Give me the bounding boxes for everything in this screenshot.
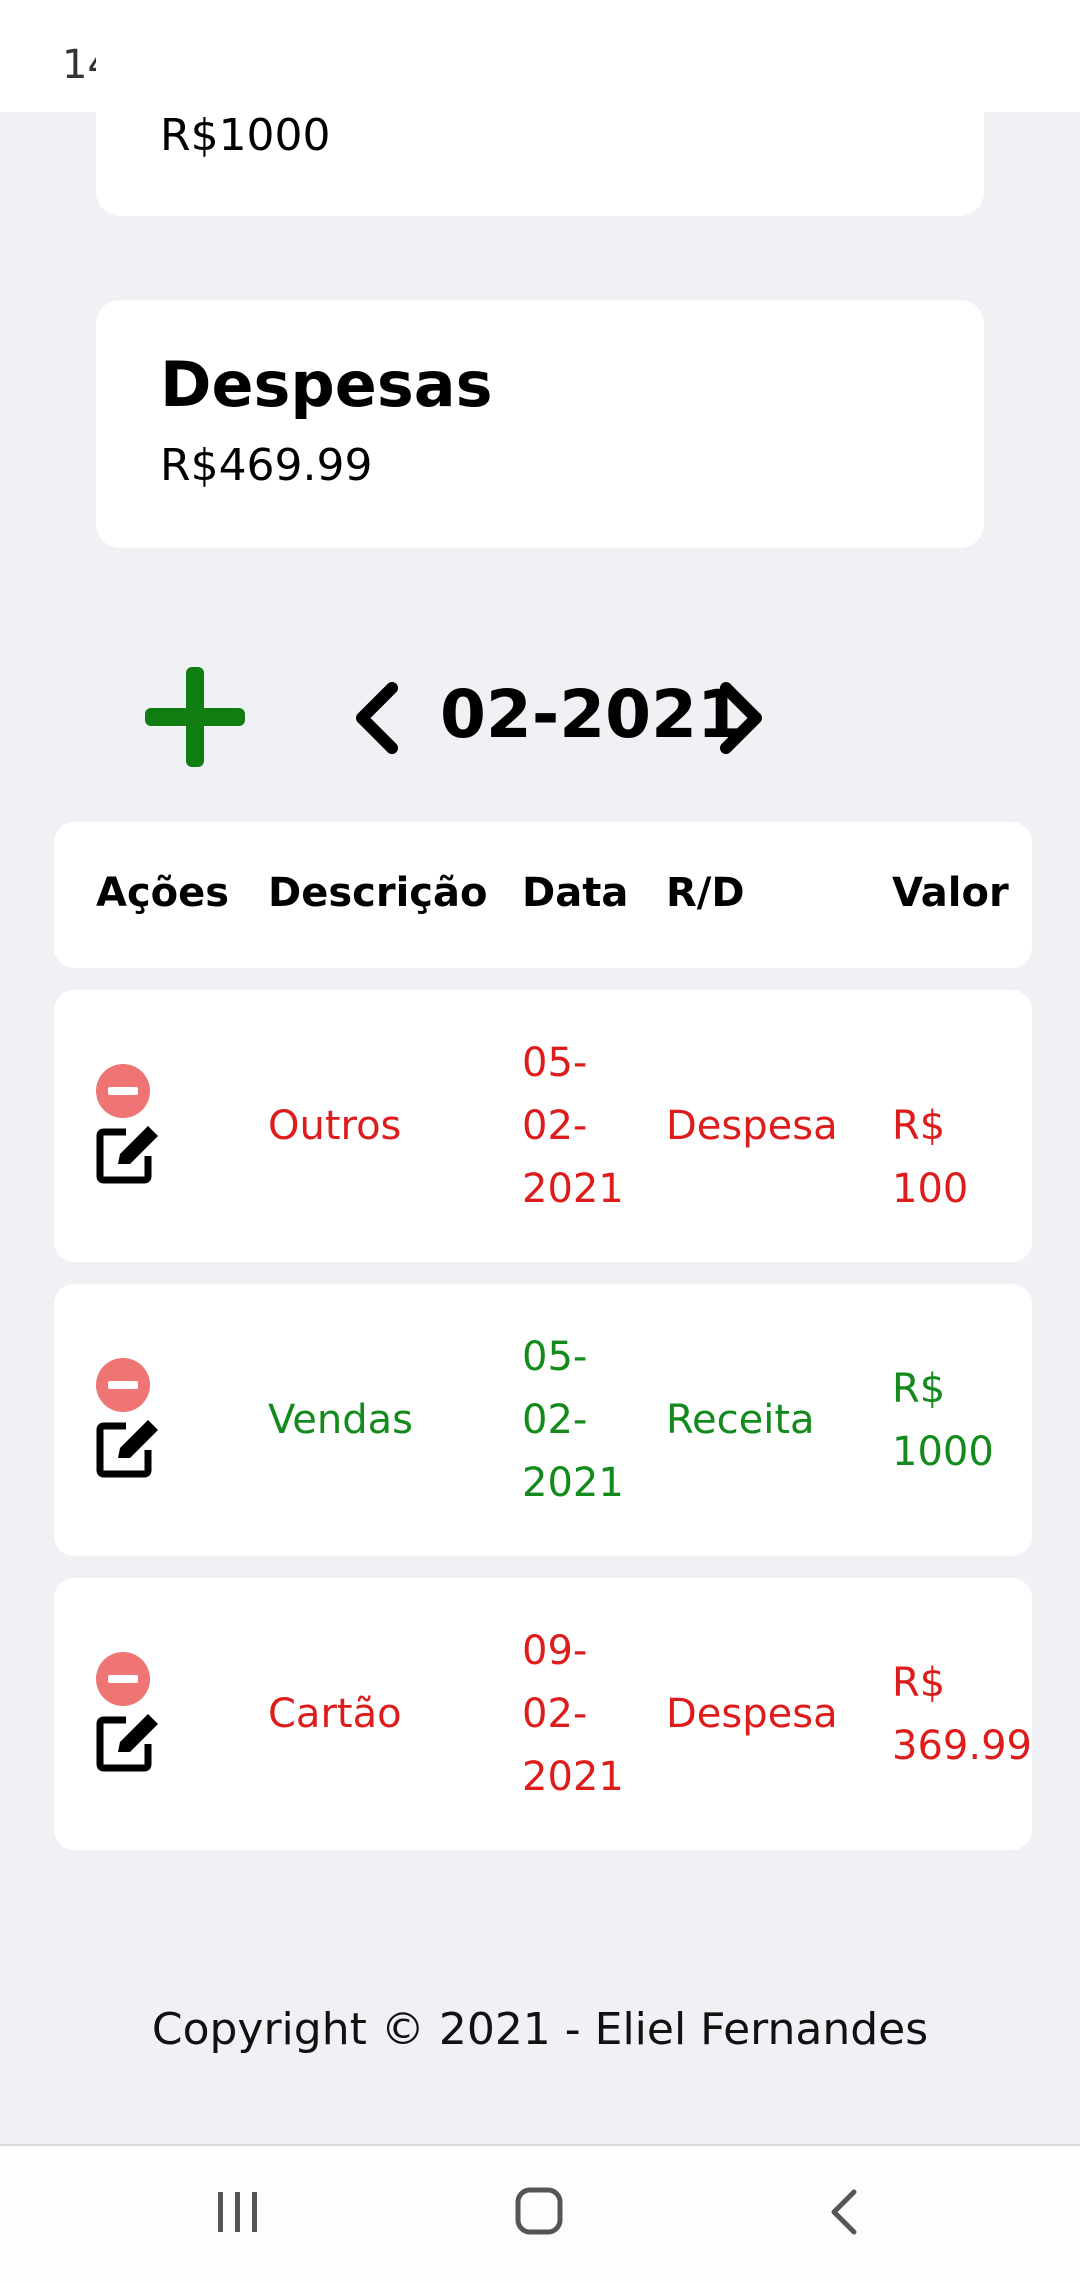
navigation-bar	[0, 2144, 1080, 2282]
chevron-right-icon[interactable]	[716, 682, 766, 754]
row-valor: R$ 369.99	[892, 1660, 1032, 1769]
header-valor: Valor	[892, 870, 1009, 916]
table-row: Vendas 05- 02- 2021 Receita R$ 1000	[54, 1284, 1032, 1556]
table-header: Ações Descrição Data R/D Valor	[54, 822, 1032, 968]
copyright-footer: Copyright © 2021 - Eliel Fernandes	[151, 2004, 929, 2055]
expense-title: Despesas	[160, 348, 493, 421]
row-valor: R$ 100	[892, 1103, 969, 1212]
current-month: 02-2021	[440, 676, 743, 753]
income-amount: R$1000	[160, 110, 331, 161]
recent-apps-icon[interactable]	[214, 2186, 262, 2238]
remove-icon[interactable]	[96, 1358, 150, 1412]
row-data: 05- 02- 2021	[522, 1040, 624, 1212]
row-tipo: Despesa	[666, 1691, 838, 1737]
row-tipo: Receita	[666, 1397, 815, 1443]
row-valor: R$ 1000	[892, 1366, 994, 1475]
plus-icon[interactable]	[145, 667, 245, 767]
row-data: 09- 02- 2021	[522, 1628, 624, 1800]
header-rd: R/D	[666, 870, 745, 916]
header-data: Data	[522, 870, 629, 916]
edit-icon[interactable]	[96, 1124, 162, 1184]
row-descricao: Vendas	[268, 1397, 413, 1443]
home-icon[interactable]	[514, 2186, 566, 2238]
edit-icon[interactable]	[96, 1712, 162, 1772]
table-row: Outros 05- 02- 2021 Despesa R$ 100	[54, 990, 1032, 1262]
row-descricao: Outros	[268, 1103, 402, 1149]
row-tipo: Despesa	[666, 1103, 838, 1149]
table-row: Cartão 09- 02- 2021 Despesa R$ 369.99	[54, 1578, 1032, 1850]
chevron-left-icon[interactable]	[352, 682, 402, 754]
income-card: R$1000	[96, 0, 984, 216]
edit-icon[interactable]	[96, 1418, 162, 1478]
remove-icon[interactable]	[96, 1652, 150, 1706]
remove-icon[interactable]	[96, 1064, 150, 1118]
header-acoes: Ações	[96, 870, 230, 916]
expense-amount: R$469.99	[160, 440, 373, 491]
row-descricao: Cartão	[268, 1691, 402, 1737]
back-icon[interactable]	[824, 2186, 864, 2238]
header-descricao: Descrição	[268, 870, 488, 916]
row-data: 05- 02- 2021	[522, 1334, 624, 1506]
expense-card: Despesas R$469.99	[96, 300, 984, 548]
